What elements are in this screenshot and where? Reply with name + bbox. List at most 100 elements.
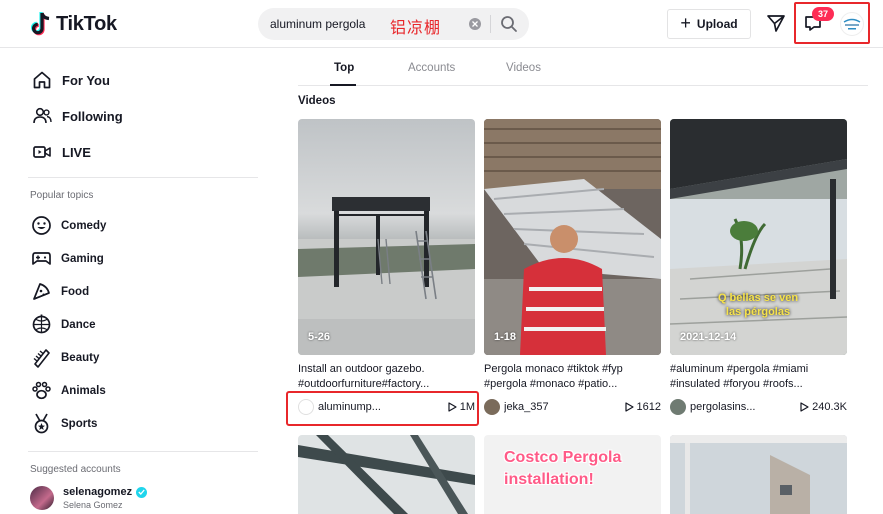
view-count: 1612 — [624, 401, 661, 413]
description-hashtags[interactable]: #outdoorfurniture#factory... — [298, 377, 475, 392]
video-description[interactable]: Pergola monaco #tiktok #fyp #pergola #mo… — [484, 362, 661, 392]
description-line: Pergola monaco #tiktok #fyp — [484, 363, 623, 375]
description-hashtags[interactable]: #insulated #foryou #roofs... — [670, 377, 847, 392]
pergola-roof-scene — [298, 435, 475, 514]
home-icon — [33, 71, 51, 89]
plus-icon: + — [680, 13, 691, 33]
nav-following[interactable]: Following — [32, 106, 123, 126]
comb-icon — [33, 349, 50, 368]
food-icon — [33, 283, 50, 300]
top-bar: TikTok aluminum pergola 铝凉棚 + Upload 37 — [0, 0, 883, 48]
author-highlight-frame — [286, 391, 479, 426]
popular-topics-title: Popular topics — [30, 190, 94, 201]
gazebo-scene — [298, 197, 475, 355]
upload-button[interactable]: + Upload — [667, 9, 751, 39]
video-description[interactable]: #aluminum #pergola #miami #insulated #fo… — [670, 362, 847, 392]
nav-label: For You — [62, 72, 110, 88]
people-icon — [33, 107, 52, 124]
view-count-value: 240.3K — [812, 401, 847, 413]
logo-text: TikTok — [56, 12, 117, 35]
suggested-accounts-title: Suggested accounts — [30, 464, 121, 475]
medal-icon — [34, 413, 49, 434]
clear-icon[interactable] — [469, 18, 481, 30]
sidebar: For You Following LIVE Popular topics Co… — [0, 48, 270, 514]
video-date: 5-26 — [308, 331, 331, 343]
upload-label: Upload — [696, 17, 738, 31]
send-icon[interactable] — [766, 13, 786, 33]
video-description[interactable]: Install an outdoor gazebo. #outdoorfurni… — [298, 362, 475, 392]
video-thumbnail[interactable]: 1-18 — [484, 119, 661, 355]
worker-scene — [484, 119, 661, 355]
video-overlay-text: Costco Pergola installation! — [504, 449, 622, 488]
nav-live[interactable]: LIVE — [32, 142, 91, 162]
profile-avatar[interactable] — [840, 12, 864, 36]
topic-label: Gaming — [61, 252, 104, 265]
video-thumbnail[interactable]: Q bellas se ven las pérgolas 2021-12-14 — [670, 119, 847, 355]
tab-videos[interactable]: Videos — [506, 62, 541, 74]
nav-label: Following — [62, 108, 123, 124]
video-overlay-text: Q bellas se ven las pérgolas — [717, 292, 799, 318]
topic-comedy[interactable]: Comedy — [31, 215, 106, 236]
description-hashtags[interactable]: #pergola #monaco #patio... — [484, 377, 661, 392]
play-icon — [800, 402, 809, 412]
tab-accounts[interactable]: Accounts — [408, 62, 455, 74]
house-scene — [670, 435, 847, 514]
author-avatar[interactable] — [670, 399, 686, 415]
dance-icon — [32, 314, 51, 334]
topic-gaming[interactable]: Gaming — [31, 248, 104, 269]
play-icon — [624, 402, 634, 412]
search-divider — [490, 15, 491, 33]
tab-top[interactable]: Top — [334, 62, 354, 74]
search-bar[interactable]: aluminum pergola 铝凉棚 — [258, 8, 529, 40]
smile-icon — [32, 216, 51, 235]
video-thumbnail[interactable]: Costco Pergola installation! — [484, 435, 661, 514]
videos-section-title: Videos — [298, 95, 336, 107]
nav-label: LIVE — [62, 144, 91, 160]
patio-scene — [670, 119, 847, 355]
description-line: Install an outdoor gazebo. — [298, 363, 425, 375]
inbox-badge: 37 — [812, 7, 834, 21]
topic-label: Dance — [61, 318, 96, 331]
topic-label: Animals — [61, 384, 106, 397]
nav-for-you[interactable]: For You — [32, 70, 110, 90]
video-meta: jeka_357 1612 — [484, 398, 661, 416]
gamepad-icon — [32, 252, 51, 265]
topic-label: Beauty — [61, 351, 100, 364]
topic-label: Food — [61, 285, 90, 298]
avatar — [30, 486, 54, 510]
author-name[interactable]: jeka_357 — [504, 401, 625, 413]
video-date: 2021-12-14 — [680, 331, 737, 343]
video-thumbnail[interactable] — [298, 435, 475, 514]
topic-food[interactable]: Food — [31, 281, 89, 302]
sidebar-divider — [28, 451, 258, 452]
topic-label: Comedy — [61, 219, 107, 232]
search-input[interactable]: aluminum pergola — [270, 17, 370, 31]
topic-animals[interactable]: Animals — [31, 380, 106, 401]
active-tab-indicator — [330, 84, 356, 86]
sidebar-divider — [28, 177, 258, 178]
suggested-username: selenagomez — [63, 486, 133, 498]
video-thumbnail[interactable] — [670, 435, 847, 514]
topic-dance[interactable]: Dance — [31, 314, 96, 335]
video-meta: pergolasins... 240.3K — [670, 398, 847, 416]
tiktok-logo[interactable]: TikTok — [30, 11, 117, 37]
search-icon[interactable] — [500, 15, 518, 33]
video-date: 1-18 — [494, 331, 517, 343]
topic-label: Sports — [61, 417, 98, 430]
author-avatar[interactable] — [484, 399, 500, 415]
author-name[interactable]: pergolasins... — [690, 401, 800, 413]
view-count: 240.3K — [800, 401, 847, 413]
view-count-value: 1612 — [636, 401, 661, 413]
verified-icon — [136, 486, 148, 498]
topic-beauty[interactable]: Beauty — [31, 347, 99, 368]
video-thumbnail[interactable]: 5-26 — [298, 119, 475, 355]
tiktok-logo-icon — [31, 12, 50, 36]
profile-logo-icon — [843, 18, 861, 30]
live-icon — [33, 146, 51, 158]
description-line[interactable]: #aluminum #pergola #miami — [670, 362, 847, 377]
topic-sports[interactable]: Sports — [31, 413, 97, 434]
search-annotation: 铝凉棚 — [390, 18, 442, 37]
paw-icon — [32, 381, 51, 400]
suggested-display-name: Selena Gomez — [63, 500, 123, 510]
suggested-account[interactable]: selenagomez Selena Gomez — [30, 486, 148, 510]
